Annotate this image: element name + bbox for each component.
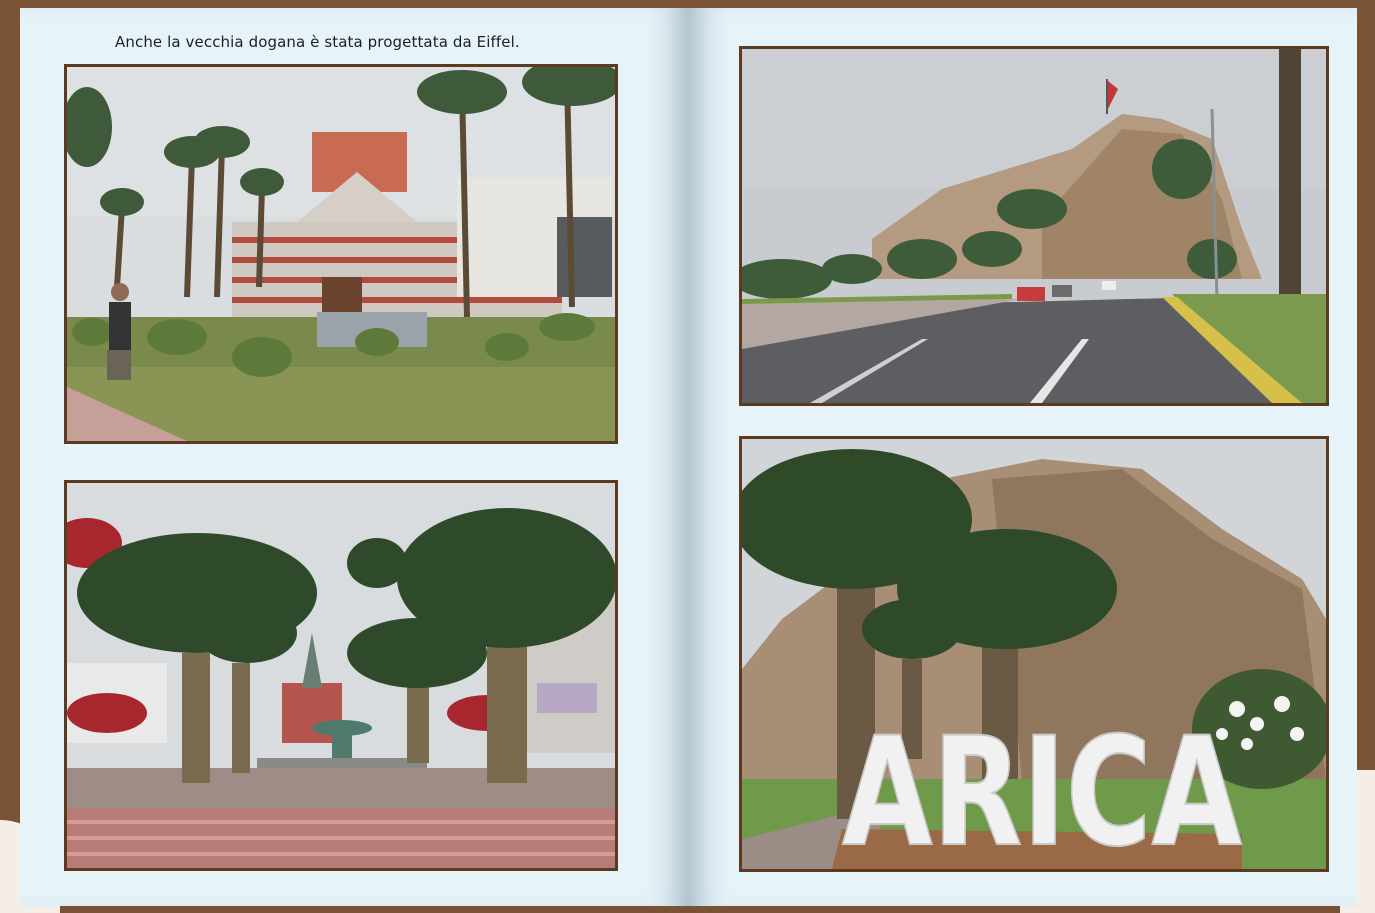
plaza-image [67,483,615,868]
photo-plaza[interactable] [64,480,618,871]
arica-sign-image: ARICA [742,439,1326,869]
photo-caption: Anche la vecchia dogana è stata progetta… [115,33,520,51]
photo-customs-house[interactable] [64,64,618,444]
customs-house-image [67,67,615,441]
morro-road-image [742,49,1326,403]
photo-arica-sign[interactable]: ARICA [739,436,1329,872]
photo-morro-road[interactable] [739,46,1329,406]
arica-sign-letters: ARICA [842,706,1242,869]
